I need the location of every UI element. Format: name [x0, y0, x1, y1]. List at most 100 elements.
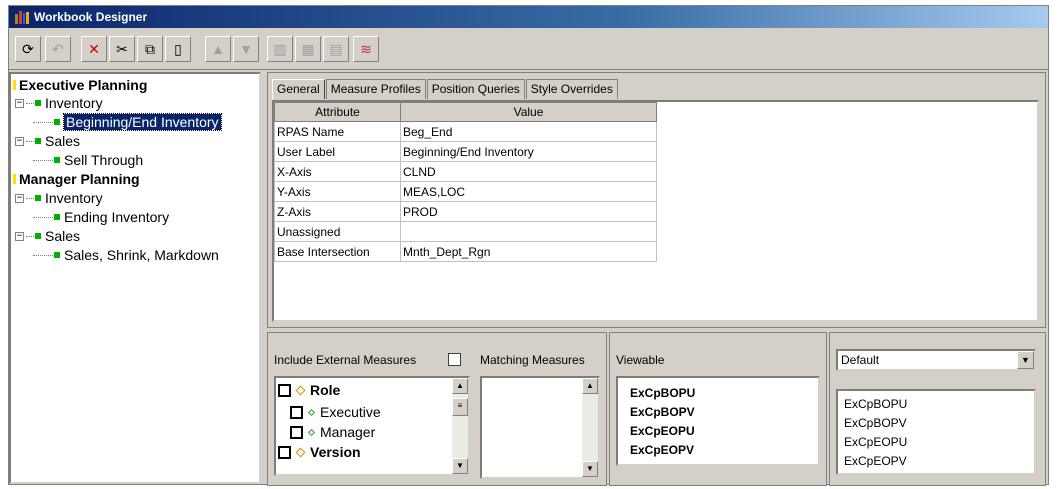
value-cell[interactable]: Beg_End: [400, 121, 657, 142]
properties-pane: General Measure Profiles Position Querie…: [267, 72, 1046, 328]
measures-panel: Include External Measures Matching Measu…: [267, 332, 607, 486]
diamond-icon: [295, 385, 306, 395]
value-cell[interactable]: Mnth_Dept_Rgn: [400, 241, 657, 262]
checkbox[interactable]: [278, 383, 291, 397]
checkbox[interactable]: [290, 405, 303, 419]
app-icon: [15, 10, 29, 24]
attribute-table: Attribute Value RPAS Name Beg_End User La…: [274, 102, 657, 262]
tab-measure-profiles[interactable]: Measure Profiles: [325, 79, 426, 99]
list-item-role[interactable]: Role: [278, 382, 340, 398]
scrollbar[interactable]: ▲ ≡ ▼: [452, 378, 468, 474]
attribute-cell: User Label: [274, 141, 401, 162]
library-icon[interactable]: ▥: [267, 36, 293, 62]
tab-strip: General Measure Profiles Position Querie…: [272, 79, 619, 99]
collapse-icon[interactable]: −: [15, 193, 24, 203]
tree-group-manager-planning[interactable]: Manager Planning: [13, 170, 140, 188]
include-external-checkbox[interactable]: [448, 353, 461, 366]
tree-node-mgr-sales-shrink-markdown[interactable]: Sales, Shrink, Markdown: [33, 246, 219, 264]
role-list[interactable]: Role Executive Manager Version ▲ ≡ ▼: [274, 376, 470, 476]
chevron-down-icon[interactable]: ▼: [1017, 351, 1034, 369]
scroll-thumb[interactable]: ≡: [452, 398, 468, 416]
scroll-down-icon[interactable]: ▼: [582, 461, 598, 477]
tab-general[interactable]: General: [272, 79, 325, 99]
table-row: Base Intersection Mnth_Dept_Rgn: [274, 241, 657, 262]
list-item[interactable]: ExCpBOPU: [844, 397, 907, 411]
undo-icon[interactable]: ↶: [45, 36, 71, 62]
scroll-up-icon[interactable]: ▲: [582, 378, 598, 394]
value-cell[interactable]: CLND: [400, 161, 657, 182]
workbook-designer-window: Workbook Designer ⟳ ↶ ✕ ✂ ⧉ ▯ ▲ ▼ ▥ ▦ ▤ …: [8, 5, 1049, 486]
toolbar: ⟳ ↶ ✕ ✂ ⧉ ▯ ▲ ▼ ▥ ▦ ▤ ≋: [9, 30, 1048, 70]
value-cell[interactable]: PROD: [400, 201, 657, 222]
title-bar: Workbook Designer: [9, 6, 1048, 28]
list-item-version[interactable]: Version: [278, 444, 361, 460]
copy-icon[interactable]: ⧉: [137, 36, 163, 62]
viewable-label: Viewable: [616, 353, 665, 367]
matching-measures-label: Matching Measures: [480, 353, 585, 367]
tree-node-exec-beginning-end-inventory[interactable]: Beginning/End Inventory: [33, 113, 222, 131]
matching-measures-list[interactable]: ▲ ▼: [480, 376, 600, 479]
workbook-tree: Executive Planning − Inventory Beginning/…: [9, 72, 261, 484]
default-panel: Default ▼ ExCpBOPU ExCpBOPV ExCpEOPU ExC…: [829, 332, 1046, 486]
cut-icon[interactable]: ✂: [109, 36, 135, 62]
column-header-value[interactable]: Value: [400, 102, 657, 122]
tree-node-exec-sell-through[interactable]: Sell Through: [33, 151, 143, 169]
list-item[interactable]: ExCpBOPV: [844, 416, 907, 430]
paste-icon[interactable]: ▯: [165, 36, 191, 62]
list-item-manager[interactable]: Manager: [290, 424, 375, 440]
table-row: Y-Axis MEAS,LOC: [274, 181, 657, 202]
viewable-list[interactable]: ExCpBOPU ExCpBOPV ExCpEOPU ExCpEOPV: [616, 376, 820, 466]
scroll-down-icon[interactable]: ▼: [452, 458, 468, 474]
delete-icon[interactable]: ✕: [81, 36, 107, 62]
scroll-up-icon[interactable]: ▲: [452, 378, 468, 394]
value-cell[interactable]: [400, 221, 657, 242]
chart-icon[interactable]: ≋: [353, 36, 379, 62]
table-row: X-Axis CLND: [274, 161, 657, 182]
list-item[interactable]: ExCpEOPV: [630, 443, 694, 457]
tab-position-queries[interactable]: Position Queries: [426, 79, 525, 99]
list-item[interactable]: ExCpBOPV: [630, 405, 695, 419]
tab-style-overrides[interactable]: Style Overrides: [525, 79, 618, 99]
tree-group-executive-planning[interactable]: Executive Planning: [13, 76, 147, 94]
tree-node-mgr-inventory[interactable]: − Inventory: [15, 189, 103, 207]
list-item[interactable]: ExCpEOPU: [630, 424, 695, 438]
include-external-label: Include External Measures: [274, 353, 417, 367]
attribute-grid: Attribute Value RPAS Name Beg_End User La…: [272, 100, 1039, 322]
window-title: Workbook Designer: [34, 10, 148, 24]
viewable-panel: Viewable ExCpBOPU ExCpBOPV ExCpEOPU ExCp…: [609, 332, 827, 486]
tree-node-mgr-sales[interactable]: − Sales: [15, 227, 80, 245]
list-item-executive[interactable]: Executive: [290, 404, 381, 420]
tree-node-exec-sales[interactable]: − Sales: [15, 132, 80, 150]
checkbox[interactable]: [278, 445, 291, 459]
grid-icon[interactable]: ▦: [295, 36, 321, 62]
table-row: Unassigned: [274, 221, 657, 242]
list-item[interactable]: ExCpEOPV: [844, 454, 907, 468]
collapse-icon[interactable]: −: [15, 136, 24, 146]
collapse-icon[interactable]: −: [15, 98, 24, 108]
column-header-attribute[interactable]: Attribute: [274, 102, 401, 122]
tree-node-mgr-ending-inventory[interactable]: Ending Inventory: [33, 208, 169, 226]
refresh-icon[interactable]: ⟳: [15, 36, 41, 62]
list-item[interactable]: ExCpEOPU: [844, 435, 907, 449]
default-select[interactable]: Default ▼: [836, 349, 1036, 371]
table-icon[interactable]: ▤: [323, 36, 349, 62]
scrollbar[interactable]: ▲ ▼: [582, 378, 598, 477]
attribute-cell: Base Intersection: [274, 241, 401, 262]
checkbox[interactable]: [290, 425, 303, 439]
collapse-icon[interactable]: −: [15, 231, 24, 241]
attribute-cell: X-Axis: [274, 161, 401, 182]
table-row: User Label Beginning/End Inventory: [274, 141, 657, 162]
attribute-cell: Z-Axis: [274, 201, 401, 222]
value-cell[interactable]: MEAS,LOC: [400, 181, 657, 202]
tree-node-exec-inventory[interactable]: − Inventory: [15, 94, 103, 112]
table-row: Z-Axis PROD: [274, 201, 657, 222]
move-up-icon[interactable]: ▲: [205, 36, 231, 62]
diamond-icon: [307, 408, 316, 416]
table-row: RPAS Name Beg_End: [274, 121, 657, 142]
attribute-cell: Unassigned: [274, 221, 401, 242]
default-list[interactable]: ExCpBOPU ExCpBOPV ExCpEOPU ExCpEOPV: [836, 389, 1036, 475]
list-item[interactable]: ExCpBOPU: [630, 386, 695, 400]
move-down-icon[interactable]: ▼: [233, 36, 259, 62]
value-cell[interactable]: Beginning/End Inventory: [400, 141, 657, 162]
attribute-cell: RPAS Name: [274, 121, 401, 142]
